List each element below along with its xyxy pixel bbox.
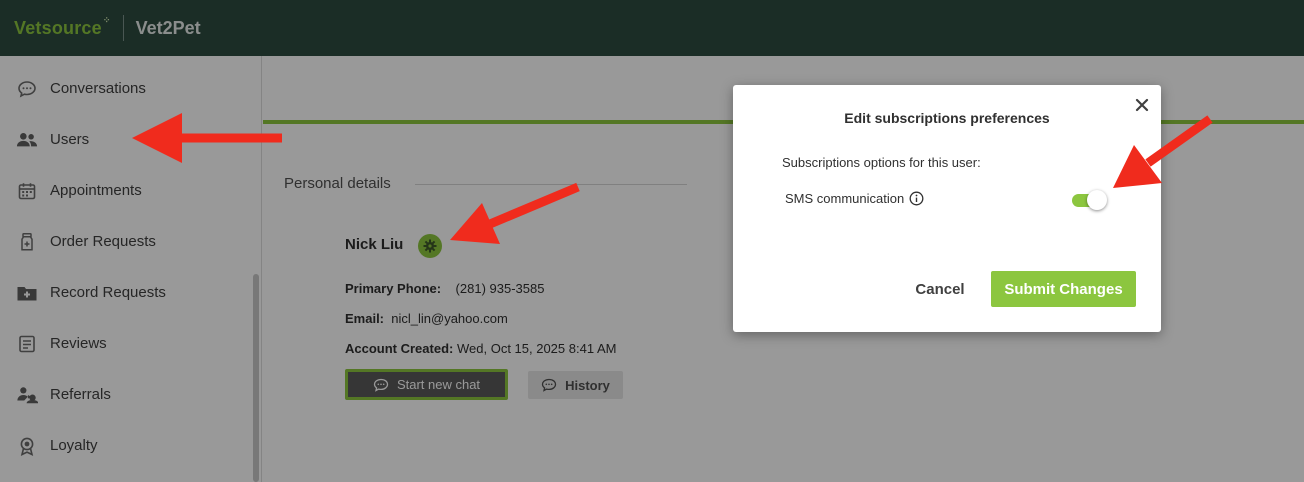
sms-communication-label: SMS communication [785,191,905,206]
info-icon[interactable] [909,191,924,206]
sms-communication-row: SMS communication [785,191,924,206]
close-icon [1135,98,1149,112]
close-button[interactable] [1131,94,1153,116]
modal-title: Edit subscriptions preferences [844,110,1050,126]
edit-subscriptions-modal: Edit subscriptions preferences Subscript… [733,85,1161,332]
toggle-knob [1087,190,1107,210]
modal-subtitle: Subscriptions options for this user: [782,155,981,170]
submit-changes-button[interactable]: Submit Changes [991,271,1136,307]
cancel-button[interactable]: Cancel [901,271,979,307]
sms-communication-toggle[interactable] [1071,190,1107,210]
